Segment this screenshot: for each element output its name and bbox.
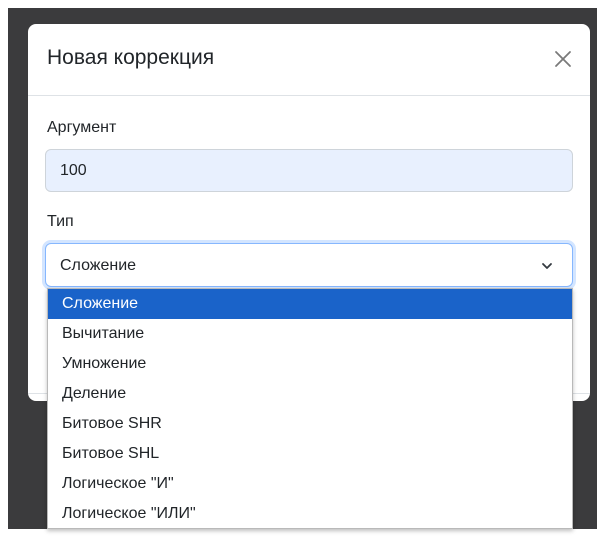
type-select-value: Сложение bbox=[60, 257, 137, 274]
argument-label: Аргумент bbox=[47, 119, 117, 136]
type-option-addition[interactable]: Сложение bbox=[48, 289, 572, 319]
screen: Новая коррекция Аргумент Тип Сложение bbox=[0, 0, 605, 537]
close-button[interactable] bbox=[548, 44, 578, 74]
type-option-division[interactable]: Деление bbox=[48, 379, 572, 409]
type-label: Тип bbox=[47, 213, 74, 230]
type-option-logical-or[interactable]: Логическое "ИЛИ" bbox=[48, 499, 572, 529]
type-option-subtraction[interactable]: Вычитание bbox=[48, 319, 572, 349]
chevron-down-icon bbox=[539, 258, 555, 274]
type-option-bitwise-shr[interactable]: Битовое SHR bbox=[48, 409, 572, 439]
argument-input[interactable] bbox=[45, 149, 573, 192]
close-icon bbox=[548, 44, 578, 74]
modal-header: Новая коррекция bbox=[28, 24, 590, 96]
modal-title: Новая коррекция bbox=[47, 46, 215, 69]
type-option-multiplication[interactable]: Умножение bbox=[48, 349, 572, 379]
type-select[interactable]: Сложение bbox=[45, 243, 573, 287]
type-option-logical-and[interactable]: Логическое "И" bbox=[48, 469, 572, 499]
type-dropdown-list: Сложение Вычитание Умножение Деление Бит… bbox=[47, 288, 573, 529]
type-option-bitwise-shl[interactable]: Битовое SHL bbox=[48, 439, 572, 469]
